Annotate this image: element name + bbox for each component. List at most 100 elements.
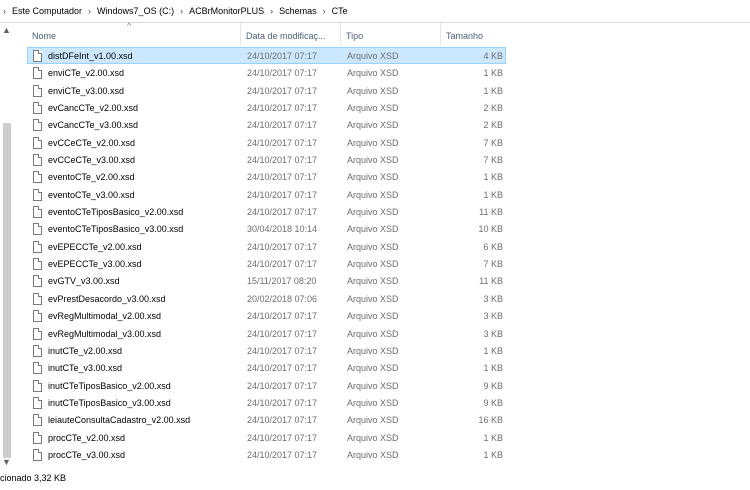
column-header-type[interactable]: Tipo — [341, 23, 441, 45]
file-name: eventoCTeTiposBasico_v3.00.xsd — [48, 224, 184, 235]
xsd-file-icon — [33, 206, 42, 219]
column-header-date[interactable]: Data de modificaç... — [241, 23, 341, 45]
file-row[interactable]: evPrestDesacordo_v3.00.xsd 20/02/2018 07:… — [27, 290, 506, 307]
scrollbar-thumb[interactable] — [3, 123, 11, 458]
xsd-file-icon — [33, 379, 42, 392]
file-modified-date: 30/04/2018 10:14 — [247, 224, 318, 235]
breadcrumb-separator[interactable]: › — [83, 6, 96, 16]
file-type: Arquivo XSD — [347, 276, 399, 287]
file-row[interactable]: evGTV_v3.00.xsd 15/11/2017 08:20 Arquivo X… — [27, 272, 506, 289]
file-modified-date: 24/10/2017 07:17 — [247, 328, 318, 339]
file-row[interactable]: inutCTe_v3.00.xsd 24/10/2017 07:17 Arquivo… — [27, 359, 506, 376]
file-size: 1 KB — [483, 449, 503, 460]
file-row[interactable]: enviCTe_v3.00.xsd 24/10/2017 07:17 Arquivo… — [27, 82, 506, 99]
file-row[interactable]: leiauteConsultaCadastro_v2.00.xsd 24/10/2… — [27, 411, 506, 428]
file-size: 1 KB — [483, 363, 503, 374]
column-header-name-label: Nome — [32, 31, 57, 41]
file-row[interactable]: evEPECCTe_v2.00.xsd 24/10/2017 07:17 Arqui… — [27, 238, 506, 255]
file-icon-glyph — [33, 379, 42, 392]
file-modified-date: 24/10/2017 07:17 — [247, 415, 318, 426]
file-name: procCTe_v2.00.xsd — [48, 432, 126, 443]
file-row[interactable]: evRegMultimodal_v2.00.xsd 24/10/2017 07:1… — [27, 307, 506, 324]
file-name: evPrestDesacordo_v3.00.xsd — [48, 293, 166, 304]
breadcrumb-segment-windows-drive[interactable]: Windows7_OS (C:) — [96, 6, 175, 16]
scroll-down-arrow-icon[interactable]: ▼ — [2, 457, 11, 467]
file-modified-date: 24/10/2017 07:17 — [247, 207, 318, 218]
file-row[interactable]: evCCeCTe_v2.00.xsd 24/10/2017 07:17 Arquiv… — [27, 134, 506, 151]
file-row[interactable]: evCCeCTe_v3.00.xsd 24/10/2017 07:17 Arquiv… — [27, 151, 506, 168]
file-icon-glyph — [33, 448, 42, 461]
file-row[interactable]: evCancCTe_v2.00.xsd 24/10/2017 07:17 Arqui… — [27, 99, 506, 116]
file-type: Arquivo XSD — [347, 85, 399, 96]
scroll-up-arrow-icon[interactable]: ▲ — [2, 25, 11, 35]
breadcrumb-segment-acbrmonitorplus[interactable]: ACBrMonitorPLUS — [188, 6, 265, 16]
xsd-file-icon — [33, 327, 42, 340]
breadcrumb-segment-cte[interactable]: CTe — [331, 6, 349, 16]
file-row[interactable]: evEPECCTe_v3.00.xsd 24/10/2017 07:17 Arqui… — [27, 255, 506, 272]
file-modified-date: 24/10/2017 07:17 — [247, 68, 318, 79]
file-row[interactable]: eventoCTeTiposBasico_v2.00.xsd 24/10/2017… — [27, 203, 506, 220]
file-row[interactable]: inutCTe_v2.00.xsd 24/10/2017 07:17 Arquivo… — [27, 342, 506, 359]
column-header-name[interactable]: Nome ^ — [27, 22, 241, 45]
file-row[interactable]: evRegMultimodal_v3.00.xsd 24/10/2017 07:1… — [27, 325, 506, 342]
file-row[interactable]: evCancCTe_v3.00.xsd 24/10/2017 07:17 Arqui… — [27, 116, 506, 133]
file-icon-glyph — [33, 171, 42, 184]
file-row[interactable]: eventoCTeTiposBasico_v3.00.xsd 30/04/2018… — [27, 220, 506, 237]
file-row[interactable]: enviCTe_v2.00.xsd 24/10/2017 07:17 Arquivo… — [27, 64, 506, 81]
file-modified-date: 24/10/2017 07:17 — [247, 259, 318, 270]
file-type: Arquivo XSD — [347, 189, 399, 200]
file-icon-glyph — [33, 206, 42, 219]
file-size: 11 KB — [479, 276, 503, 287]
file-row[interactable]: eventoCTe_v3.00.xsd 24/10/2017 07:17 Arqui… — [27, 186, 506, 203]
file-icon-glyph — [33, 275, 42, 288]
file-row[interactable]: eventoCTe_v2.00.xsd 24/10/2017 07:17 Arqui… — [27, 168, 506, 185]
file-icon-glyph — [33, 84, 42, 97]
file-type: Arquivo XSD — [347, 449, 399, 460]
file-size: 3 KB — [483, 293, 503, 304]
file-type: Arquivo XSD — [347, 172, 399, 183]
file-size: 1 KB — [483, 172, 503, 183]
file-row[interactable]: inutCTeTiposBasico_v2.00.xsd 24/10/2017 0… — [27, 377, 506, 394]
navigation-pane-scrollbar[interactable]: ▲ ▼ — [0, 23, 14, 468]
file-row[interactable]: procCTe_v2.00.xsd 24/10/2017 07:17 Arquivo… — [27, 429, 506, 446]
file-row[interactable]: inutCTeTiposBasico_v3.00.xsd 24/10/2017 0… — [27, 394, 506, 411]
file-type: Arquivo XSD — [347, 155, 399, 166]
file-type: Arquivo XSD — [347, 328, 399, 339]
breadcrumb-leading-separator[interactable]: › — [0, 6, 11, 16]
file-name: evCancCTe_v3.00.xsd — [48, 120, 139, 131]
file-type: Arquivo XSD — [347, 120, 399, 131]
file-name: eventoCTeTiposBasico_v2.00.xsd — [48, 207, 184, 218]
breadcrumb-separator[interactable]: › — [265, 6, 278, 16]
file-icon-glyph — [33, 327, 42, 340]
xsd-file-icon — [33, 310, 42, 323]
file-icon-glyph — [33, 310, 42, 323]
xsd-file-icon — [33, 188, 42, 201]
file-type: Arquivo XSD — [347, 432, 399, 443]
breadcrumb-separator[interactable]: › — [175, 6, 188, 16]
file-icon-glyph — [33, 67, 42, 80]
breadcrumb-segment-este-computador[interactable]: Este Computador — [11, 6, 83, 16]
breadcrumb-segment-schemas[interactable]: Schemas — [278, 6, 318, 16]
xsd-file-icon — [33, 119, 42, 132]
file-type: Arquivo XSD — [347, 293, 399, 304]
file-type: Arquivo XSD — [347, 68, 399, 79]
file-type: Arquivo XSD — [347, 259, 399, 270]
column-header-size[interactable]: Tamanho — [441, 23, 506, 45]
file-icon-glyph — [33, 240, 42, 253]
file-name: eventoCTe_v2.00.xsd — [48, 172, 135, 183]
file-name: inutCTe_v3.00.xsd — [48, 363, 123, 374]
file-icon-glyph — [33, 223, 42, 236]
file-type: Arquivo XSD — [347, 345, 399, 356]
breadcrumb-separator[interactable]: › — [318, 6, 331, 16]
xsd-file-icon — [33, 448, 42, 461]
file-icon-glyph — [33, 292, 42, 305]
file-modified-date: 24/10/2017 07:17 — [247, 155, 318, 166]
file-row[interactable]: distDFeInt_v1.00.xsd 24/10/2017 07:17 Arqu… — [27, 47, 506, 65]
address-bar[interactable]: › Este Computador › Windows7_OS (C:) › A… — [0, 0, 750, 23]
file-row[interactable]: procCTe_v3.00.xsd 24/10/2017 07:17 Arquivo… — [27, 446, 506, 463]
file-size: 7 KB — [483, 155, 503, 166]
file-icon-glyph — [33, 50, 42, 62]
file-modified-date: 24/10/2017 07:17 — [247, 51, 318, 61]
file-icon-glyph — [33, 396, 42, 409]
xsd-file-icon — [33, 292, 42, 305]
